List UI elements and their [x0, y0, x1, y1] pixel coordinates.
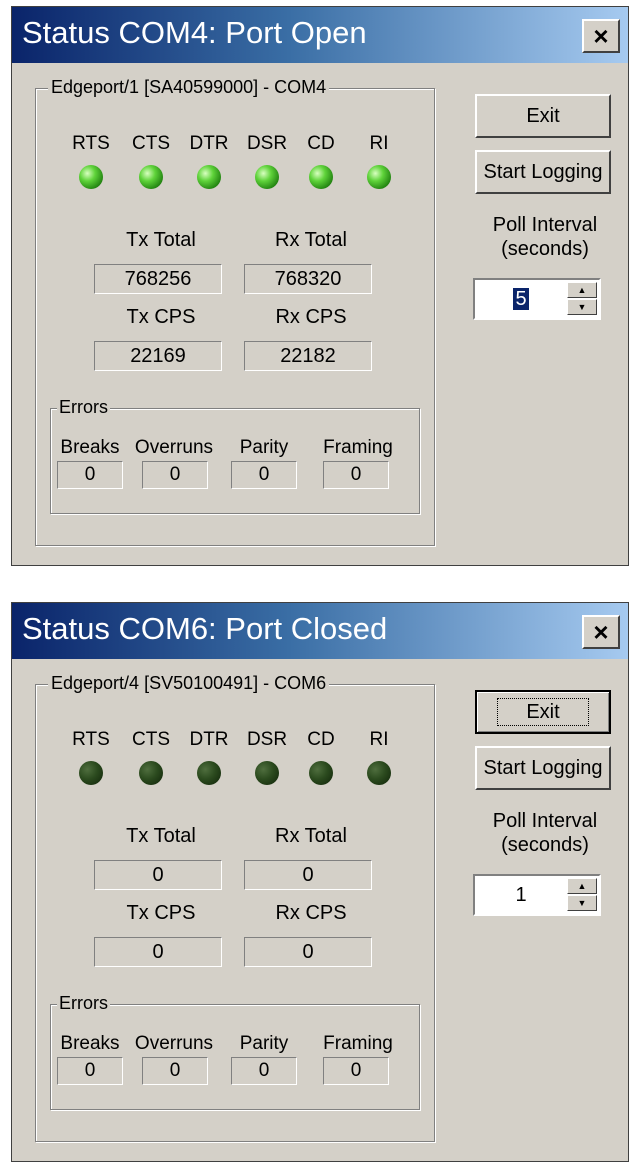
poll-interval-spinner[interactable]: 1 ▲ ▼ — [473, 874, 601, 916]
breaks-value: 0 — [57, 1057, 123, 1085]
signal-label-cd: CD — [307, 133, 335, 154]
signal-label-dtr: DTR — [189, 729, 229, 750]
signal-label-dsr: DSR — [246, 729, 288, 750]
port-group-label: Edgeport/1 [SA40599000] - COM4 — [48, 77, 330, 98]
exit-button[interactable]: Exit — [475, 94, 611, 138]
rx-total-value: 768320 — [244, 264, 372, 294]
arrow-up-icon: ▲ — [577, 285, 587, 295]
overruns-label: Overruns — [134, 1033, 214, 1054]
status-window-com6: Status COM6: Port Closed × Edgeport/4 [S… — [11, 602, 629, 1162]
rx-total-label: Rx Total — [275, 825, 347, 847]
poll-interval-value: 5 — [513, 288, 529, 310]
poll-interval-text: Poll Interval — [492, 214, 598, 236]
window-title: Status COM6: Port Closed — [22, 611, 388, 646]
poll-interval-value: 1 — [515, 884, 527, 906]
spin-down-button[interactable]: ▼ — [567, 299, 597, 315]
overruns-value: 0 — [142, 461, 208, 489]
signal-label-ri: RI — [369, 133, 389, 154]
ri-led-icon — [367, 761, 391, 785]
close-icon: × — [593, 616, 609, 647]
parity-label: Parity — [239, 437, 289, 458]
tx-cps-label: Tx CPS — [126, 306, 196, 328]
poll-interval-label: Poll Interval (seconds) — [467, 809, 623, 857]
dsr-led-icon — [255, 165, 279, 189]
signal-label-dtr: DTR — [189, 133, 229, 154]
poll-interval-unit: (seconds) — [501, 238, 589, 260]
signal-label-rts: RTS — [72, 729, 110, 750]
poll-interval-input[interactable]: 5 — [475, 280, 567, 318]
dtr-led-icon — [197, 761, 221, 785]
tx-total-value: 0 — [94, 860, 222, 890]
breaks-value: 0 — [57, 461, 123, 489]
spin-up-button[interactable]: ▲ — [567, 282, 597, 298]
cts-led-icon — [139, 165, 163, 189]
rx-cps-label: Rx CPS — [275, 902, 347, 924]
rx-total-label: Rx Total — [275, 229, 347, 251]
signal-label-rts: RTS — [72, 133, 110, 154]
cd-led-icon — [309, 165, 333, 189]
errors-groupbox: Errors Breaks Overruns Parity Framing 0 … — [50, 397, 420, 514]
start-logging-button[interactable]: Start Logging — [475, 150, 611, 194]
breaks-label: Breaks — [60, 437, 120, 458]
signal-label-cd: CD — [307, 729, 335, 750]
signal-label-cts: CTS — [132, 729, 170, 750]
dsr-led-icon — [255, 761, 279, 785]
tx-cps-label: Tx CPS — [126, 902, 196, 924]
errors-label: Errors — [57, 397, 110, 418]
tx-cps-value: 0 — [94, 937, 222, 967]
title-bar[interactable]: Status COM6: Port Closed × — [12, 603, 628, 659]
start-logging-button[interactable]: Start Logging — [475, 746, 611, 790]
cd-led-icon — [309, 761, 333, 785]
port-group-label: Edgeport/4 [SV50100491] - COM6 — [48, 673, 330, 694]
overruns-label: Overruns — [134, 437, 214, 458]
rts-led-icon — [79, 165, 103, 189]
exit-button-label: Exit — [497, 698, 589, 726]
parity-value: 0 — [231, 461, 297, 489]
rts-led-icon — [79, 761, 103, 785]
parity-label: Parity — [239, 1033, 289, 1054]
rx-total-value: 0 — [244, 860, 372, 890]
port-groupbox: Edgeport/1 [SA40599000] - COM4 RTS CTS D… — [35, 77, 435, 546]
framing-value: 0 — [323, 461, 389, 489]
arrow-up-icon: ▲ — [577, 881, 587, 891]
framing-value: 0 — [323, 1057, 389, 1085]
rx-cps-value: 22182 — [244, 341, 372, 371]
window-title: Status COM4: Port Open — [22, 15, 367, 50]
exit-button[interactable]: Exit — [475, 690, 611, 734]
arrow-down-icon: ▼ — [577, 302, 587, 312]
status-window-com4: Status COM4: Port Open × Edgeport/1 [SA4… — [11, 6, 629, 566]
spin-up-button[interactable]: ▲ — [567, 878, 597, 894]
title-bar[interactable]: Status COM4: Port Open × — [12, 7, 628, 63]
signal-label-ri: RI — [369, 729, 389, 750]
errors-label: Errors — [57, 993, 110, 1014]
tx-total-value: 768256 — [94, 264, 222, 294]
tx-total-label: Tx Total — [126, 229, 196, 251]
close-icon: × — [593, 20, 609, 51]
poll-interval-label: Poll Interval (seconds) — [467, 213, 623, 261]
signal-label-cts: CTS — [132, 133, 170, 154]
spin-down-button[interactable]: ▼ — [567, 895, 597, 911]
poll-interval-text: Poll Interval — [492, 810, 598, 832]
arrow-down-icon: ▼ — [577, 898, 587, 908]
cts-led-icon — [139, 761, 163, 785]
parity-value: 0 — [231, 1057, 297, 1085]
port-groupbox: Edgeport/4 [SV50100491] - COM6 RTS CTS D… — [35, 673, 435, 1142]
dtr-led-icon — [197, 165, 221, 189]
tx-cps-value: 22169 — [94, 341, 222, 371]
tx-total-label: Tx Total — [126, 825, 196, 847]
framing-label: Framing — [323, 1033, 393, 1054]
rx-cps-value: 0 — [244, 937, 372, 967]
close-button[interactable]: × — [582, 19, 620, 53]
breaks-label: Breaks — [60, 1033, 120, 1054]
poll-interval-input[interactable]: 1 — [475, 876, 567, 914]
signal-label-dsr: DSR — [246, 133, 288, 154]
close-button[interactable]: × — [582, 615, 620, 649]
errors-groupbox: Errors Breaks Overruns Parity Framing 0 … — [50, 993, 420, 1110]
rx-cps-label: Rx CPS — [275, 306, 347, 328]
ri-led-icon — [367, 165, 391, 189]
overruns-value: 0 — [142, 1057, 208, 1085]
poll-interval-unit: (seconds) — [501, 834, 589, 856]
framing-label: Framing — [323, 437, 393, 458]
poll-interval-spinner[interactable]: 5 ▲ ▼ — [473, 278, 601, 320]
